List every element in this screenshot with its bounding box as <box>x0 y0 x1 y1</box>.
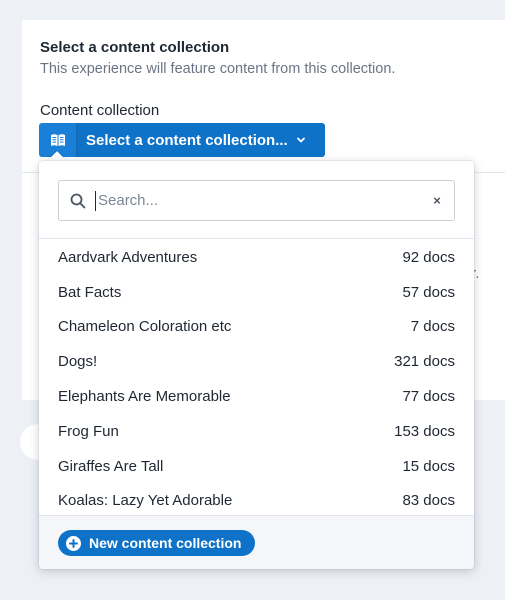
dropdown-footer: New content collection <box>39 515 474 569</box>
collection-name: Elephants Are Memorable <box>58 388 231 406</box>
collection-name: Koalas: Lazy Yet Adorable <box>58 492 233 510</box>
collection-name: Giraffes Are Tall <box>58 457 164 475</box>
new-content-collection-button[interactable]: New content collection <box>58 530 256 556</box>
section-title: Select a content collection <box>40 39 230 56</box>
collection-name: Dogs! <box>58 353 98 371</box>
search-input[interactable] <box>95 190 420 211</box>
collection-dropdown: × Aardvark Adventures 92 docs Bat Facts … <box>39 161 474 569</box>
list-item[interactable]: Frog Fun 153 docs <box>39 414 474 449</box>
new-content-collection-label: New content collection <box>89 535 242 551</box>
collection-name: Aardvark Adventures <box>58 248 198 266</box>
content-collection-label: Content collection <box>40 102 160 119</box>
section-subtitle: This experience will feature content fro… <box>40 61 396 77</box>
list-item[interactable]: Chameleon Coloration etc 7 docs <box>39 310 474 345</box>
list-item[interactable]: Elephants Are Memorable 77 docs <box>39 379 474 414</box>
collection-name: Frog Fun <box>58 422 119 440</box>
search-area: × <box>39 161 474 239</box>
selector-label: Select a content collection... <box>86 131 288 149</box>
content-collection-select-button[interactable]: Select a content collection... <box>39 123 325 157</box>
collection-count: 83 docs <box>402 492 455 510</box>
collection-count: 153 docs <box>394 422 455 440</box>
selector-main: Select a content collection... <box>77 123 325 157</box>
collection-count: 77 docs <box>402 388 455 406</box>
collection-count: 15 docs <box>402 457 455 475</box>
collection-count: 92 docs <box>402 248 455 266</box>
collection-name: Chameleon Coloration etc <box>58 318 232 336</box>
collection-name: Bat Facts <box>58 283 122 301</box>
collection-count: 7 docs <box>410 318 455 336</box>
list-item[interactable]: Giraffes Are Tall 15 docs <box>39 449 474 484</box>
collection-count: 57 docs <box>402 283 455 301</box>
list-item[interactable]: Koalas: Lazy Yet Adorable 83 docs <box>39 484 474 519</box>
collection-list: Aardvark Adventures 92 docs Bat Facts 57… <box>39 240 474 518</box>
list-item[interactable]: Bat Facts 57 docs <box>39 275 474 310</box>
search-box: × <box>58 180 455 221</box>
list-item[interactable]: Aardvark Adventures 92 docs <box>39 240 474 275</box>
list-item[interactable]: Dogs! 321 docs <box>39 344 474 379</box>
clear-search-icon[interactable]: × <box>420 193 454 208</box>
collection-count: 321 docs <box>394 353 455 371</box>
search-icon <box>59 193 91 209</box>
chevron-down-icon <box>296 137 306 144</box>
plus-circle-icon <box>66 535 81 551</box>
